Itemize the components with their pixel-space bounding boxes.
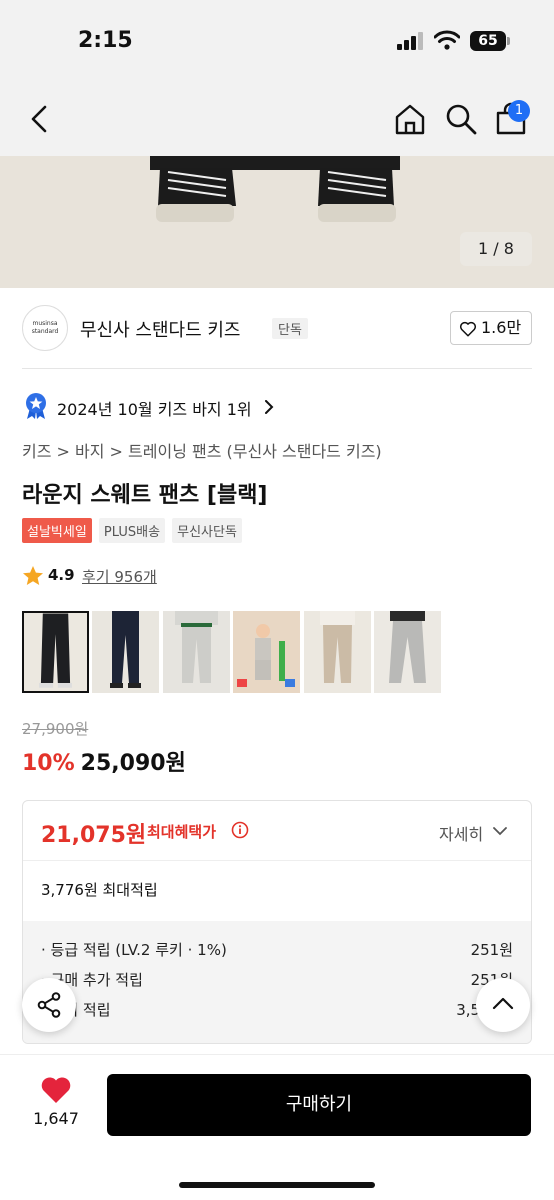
max-benefit-price: 21,075원 [41, 823, 147, 848]
max-points: 3,776원 최대적립 [41, 881, 158, 899]
detail-label: 자세히 [439, 825, 484, 844]
thumbnail-beige[interactable] [304, 611, 371, 693]
share-button[interactable] [22, 978, 76, 1032]
thumb-image [233, 611, 300, 693]
exclusive-product-tag: 무신사단독 [172, 518, 242, 543]
battery-level: 65 [470, 31, 506, 51]
like-count: 1,647 [33, 1109, 79, 1128]
back-icon[interactable] [26, 104, 54, 134]
home-icon[interactable] [393, 102, 427, 136]
exclusive-tag: 단독 [272, 318, 308, 339]
share-icon [37, 992, 61, 1018]
search-icon[interactable] [444, 102, 478, 136]
thumb-image [24, 613, 87, 691]
heart-icon[interactable] [40, 1075, 72, 1105]
top-nav: 1 [0, 84, 554, 156]
brand-logo[interactable]: musinsa standard [22, 305, 68, 351]
chevron-down-icon [493, 827, 507, 836]
thumbnail-gray-kid[interactable] [233, 611, 300, 693]
benefit-card: 21,075원 최대혜택가 자세히 3,776원 최대적립 · 등급 적립 (L… [22, 800, 532, 1044]
star-icon [23, 566, 43, 585]
cart-count-badge: 1 [508, 100, 530, 122]
scroll-top-button[interactable] [476, 978, 530, 1032]
wifi-icon [434, 30, 460, 50]
discount-rate: 10% [22, 751, 75, 776]
heart-outline-icon [459, 321, 477, 337]
product-photo [0, 156, 554, 288]
status-bar: 2:15 65 [0, 0, 554, 84]
points-row-value: 251원 [470, 941, 513, 959]
sale-price-row: 10% 25,090원 [22, 745, 186, 777]
plus-delivery-tag: PLUS배송 [98, 518, 166, 543]
signal-icon [397, 32, 423, 50]
thumbnail-melange-gray[interactable] [374, 611, 441, 693]
sale-price: 25,090원 [80, 751, 186, 776]
brand-like-count: 1.6만 [481, 318, 522, 337]
points-breakdown: · 등급 적립 (LV.2 루키 · 1%) 251원 · 구매 추가 적립 2… [23, 921, 531, 1043]
sale-tag: 설날빅세일 [22, 518, 92, 543]
medal-icon [26, 393, 46, 419]
image-counter[interactable]: 1 / 8 [460, 232, 532, 266]
points-row: · 후기 적립 3,500원 [41, 999, 513, 1023]
bottom-action-bar: 1,647 구매하기 [0, 1054, 554, 1200]
product-title: 라운지 스웨트 팬츠 [블랙] [22, 483, 268, 508]
buy-button[interactable]: 구매하기 [107, 1074, 531, 1136]
battery-icon [507, 37, 510, 45]
thumbnail-light-gray[interactable] [163, 611, 230, 693]
home-indicator [179, 1182, 375, 1188]
rating-score: 4.9 [48, 566, 75, 584]
review-count-link[interactable]: 후기 956개 [82, 566, 157, 587]
max-benefit-row[interactable]: 21,075원 최대혜택가 자세히 [23, 801, 531, 861]
info-icon[interactable] [231, 821, 249, 839]
chevron-right-icon [265, 400, 274, 414]
product-tags: 설날빅세일 PLUS배송 무신사단독 [22, 518, 244, 543]
ranking-text: 2024년 10월 키즈 바지 1위 [57, 400, 252, 419]
points-row-label: · 등급 적립 (LV.2 루키 · 1%) [41, 941, 227, 959]
thumbnail-black[interactable] [22, 611, 89, 693]
brand-name[interactable]: 무신사 스탠다드 키즈 [80, 316, 240, 342]
breadcrumb[interactable]: 키즈 > 바지 > 트레이닝 팬츠 (무신사 스탠다드 키즈) [22, 438, 382, 462]
detail-toggle[interactable]: 자세히 [439, 821, 507, 845]
status-time: 2:15 [78, 28, 133, 53]
brand-like-button[interactable]: 1.6만 [450, 311, 532, 345]
product-hero-image[interactable]: 1 / 8 [0, 156, 554, 288]
points-row: · 등급 적립 (LV.2 루키 · 1%) 251원 [41, 939, 513, 963]
divider [22, 368, 532, 369]
points-row: · 구매 추가 적립 251원 [41, 969, 513, 993]
thumbnail-navy[interactable] [92, 611, 159, 693]
thumb-image [92, 611, 159, 693]
chevron-up-icon [492, 997, 514, 1010]
thumb-image [304, 611, 371, 693]
max-benefit-label: 최대혜택가 [147, 823, 217, 841]
thumb-image [374, 611, 441, 693]
thumb-image [163, 611, 230, 693]
brand-row: musinsa standard 무신사 스탠다드 키즈 단독 1.6만 [22, 305, 534, 351]
original-price: 27,900원 [22, 720, 89, 738]
